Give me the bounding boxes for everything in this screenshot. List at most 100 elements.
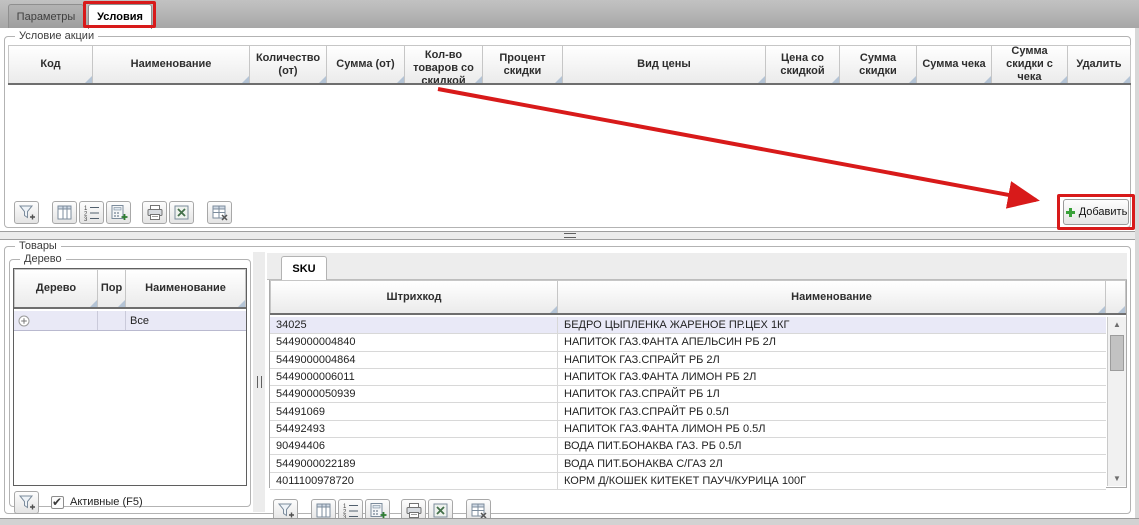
column-header[interactable]: Удалить (1068, 45, 1131, 83)
table-row[interactable]: 54492493НАПИТОК ГАЗ.ФАНТА ЛИМОН РБ 0.5Л (270, 421, 1106, 438)
name-cell: НАПИТОК ГАЗ.СПРАЙТ РБ 2Л (558, 352, 1106, 368)
top-tab-strip: Параметры Условия (0, 0, 1139, 28)
window-right-edge (1135, 28, 1139, 518)
table-row[interactable]: 54491069НАПИТОК ГАЗ.СПРАЙТ РБ 0.5Л (270, 403, 1106, 420)
table-row[interactable]: 5449000004864НАПИТОК ГАЗ.СПРАЙТ РБ 2Л (270, 352, 1106, 369)
filter-add-button[interactable] (14, 491, 39, 514)
barcode-cell: 5449000004864 (270, 352, 558, 368)
column-header-spacer (1106, 280, 1126, 313)
column-header[interactable]: Кол-во товаров со скидкой (405, 45, 483, 83)
app-window: Параметры Условия Условие акции Код Наим… (0, 0, 1139, 525)
printer-icon (146, 204, 164, 221)
filter-add-icon (277, 502, 295, 519)
calculator-add-button[interactable] (106, 201, 131, 224)
splitter-grip-icon (257, 376, 262, 388)
filter-add-icon (18, 204, 36, 221)
column-header[interactable]: Пор (98, 269, 126, 307)
filter-add-icon (18, 494, 36, 511)
grid-layout-button[interactable] (207, 201, 232, 224)
conditions-group-title: Условие акции (15, 30, 98, 43)
add-button[interactable]: Добавить (1063, 199, 1129, 225)
conditions-table-header: Код Наименование Количество (от) Сумма (… (8, 45, 1131, 85)
column-header[interactable]: Штрихкод (270, 280, 558, 313)
columns-icon (56, 204, 73, 221)
name-cell: НАПИТОК ГАЗ.ФАНТА ЛИМОН РБ 2Л (558, 369, 1106, 385)
table-row[interactable]: 90494406ВОДА ПИТ.БОНАКВА ГАЗ. РБ 0.5Л (270, 438, 1106, 455)
products-group-title: Товары (15, 240, 61, 253)
column-header[interactable]: Наименование (93, 45, 250, 83)
column-header[interactable]: Количество (от) (250, 45, 327, 83)
name-cell: БЕДРО ЦЫПЛЕНКА ЖАРЕНОЕ ПР.ЦЕХ 1КГ (558, 317, 1106, 333)
column-header[interactable]: Дерево (14, 269, 98, 307)
sku-rows: 34025БЕДРО ЦЫПЛЕНКА ЖАРЕНОЕ ПР.ЦЕХ 1КГ 5… (270, 317, 1106, 490)
table-row[interactable]: 34025БЕДРО ЦЫПЛЕНКА ЖАРЕНОЕ ПР.ЦЕХ 1КГ (270, 317, 1106, 334)
tree-bottom-bar: Активные (F5) (14, 490, 244, 514)
column-header[interactable]: Сумма (от) (327, 45, 405, 83)
barcode-cell: 5449000006011 (270, 369, 558, 385)
column-header[interactable]: Сумма скидки с чека (992, 45, 1068, 83)
filter-add-button[interactable] (14, 201, 39, 224)
print-button[interactable] (142, 201, 167, 224)
expand-plus-icon[interactable] (18, 315, 30, 327)
numbered-list-button[interactable]: 123 (79, 201, 104, 224)
sku-table-header: Штрихкод Наименование (270, 280, 1126, 315)
barcode-cell: 5449000022189 (270, 455, 558, 471)
grid-with-cross-icon (211, 204, 229, 222)
name-cell: ВОДА ПИТ.БОНАКВА С/ГАЗ 2Л (558, 455, 1106, 471)
column-header[interactable]: Процент скидки (483, 45, 563, 83)
svg-text:3: 3 (84, 217, 88, 221)
column-header[interactable]: Вид цены (563, 45, 766, 83)
tree-groupbox: Дерево Дерево Пор Наименование Все (9, 259, 251, 507)
name-cell: ВОДА ПИТ.БОНАКВА ГАЗ. РБ 0.5Л (558, 438, 1106, 454)
name-cell: НАПИТОК ГАЗ.ФАНТА ЛИМОН РБ 0.5Л (558, 421, 1106, 437)
numbered-list-icon: 123 (342, 502, 359, 519)
tree-row[interactable]: Все (14, 311, 246, 331)
tab-usloviya[interactable]: Условия (88, 4, 152, 29)
tree-group-title: Дерево (20, 253, 66, 266)
name-cell: НАПИТОК ГАЗ.СПРАЙТ РБ 0.5Л (558, 403, 1106, 419)
vertical-splitter[interactable] (253, 252, 265, 512)
column-header[interactable]: Сумма чека (917, 45, 992, 83)
sku-tab-strip (267, 253, 1127, 280)
scroll-down-icon[interactable]: ▼ (1108, 471, 1126, 486)
sku-vertical-scrollbar[interactable]: ▲ ▼ (1107, 317, 1126, 486)
only-marked-row: Только отмеченные (F10) (967, 503, 1139, 516)
column-header[interactable]: Наименование (558, 280, 1106, 313)
tree-order-cell (98, 311, 126, 330)
tree-table: Дерево Пор Наименование Все (13, 268, 247, 486)
scroll-up-icon[interactable]: ▲ (1108, 317, 1126, 332)
sku-panel: SKU Штрихкод Наименование 34025БЕДРО ЦЫП… (267, 253, 1127, 513)
grid-with-cross-icon (470, 502, 488, 520)
horizontal-splitter[interactable] (0, 231, 1139, 240)
excel-export-button[interactable] (169, 201, 194, 224)
table-row[interactable]: 5449000022189ВОДА ПИТ.БОНАКВА С/ГАЗ 2Л (270, 455, 1106, 472)
barcode-cell: 34025 (270, 317, 558, 333)
column-header[interactable]: Цена со скидкой (766, 45, 840, 83)
conditions-groupbox: Условие акции Код Наименование Количеств… (4, 36, 1131, 228)
tab-parametry[interactable]: Параметры (8, 4, 84, 28)
tab-sku[interactable]: SKU (281, 256, 327, 280)
column-header[interactable]: Сумма скидки (840, 45, 917, 83)
table-row[interactable]: 5449000050939НАПИТОК ГАЗ.СПРАЙТ РБ 1Л (270, 386, 1106, 403)
table-row[interactable]: 4011100978720КОРМ Д/КОШЕК КИТЕКЕТ ПАУЧ/К… (270, 473, 1106, 490)
name-cell: НАПИТОК ГАЗ.СПРАЙТ РБ 1Л (558, 386, 1106, 402)
column-header[interactable]: Наименование (126, 269, 246, 307)
columns-button[interactable] (52, 201, 77, 224)
barcode-cell: 5449000004840 (270, 334, 558, 350)
scrollbar-thumb[interactable] (1110, 335, 1124, 371)
tree-expand-cell[interactable] (14, 311, 98, 330)
table-row[interactable]: 5449000004840НАПИТОК ГАЗ.ФАНТА АПЕЛЬСИН … (270, 334, 1106, 351)
active-checkbox[interactable] (51, 496, 64, 509)
sku-table: Штрихкод Наименование 34025БЕДРО ЦЫПЛЕНК… (269, 280, 1127, 488)
splitter-grip-icon (564, 233, 576, 238)
tree-name-cell: Все (126, 311, 246, 330)
table-row[interactable]: 5449000006011НАПИТОК ГАЗ.ФАНТА ЛИМОН РБ … (270, 369, 1106, 386)
barcode-cell: 90494406 (270, 438, 558, 454)
active-checkbox-label: Активные (F5) (70, 496, 143, 508)
column-header[interactable]: Код (8, 45, 93, 83)
window-bottom-edge (0, 518, 1139, 525)
printer-icon (405, 502, 423, 519)
excel-export-icon (432, 502, 449, 519)
columns-icon (315, 502, 332, 519)
calculator-add-icon (110, 204, 128, 221)
